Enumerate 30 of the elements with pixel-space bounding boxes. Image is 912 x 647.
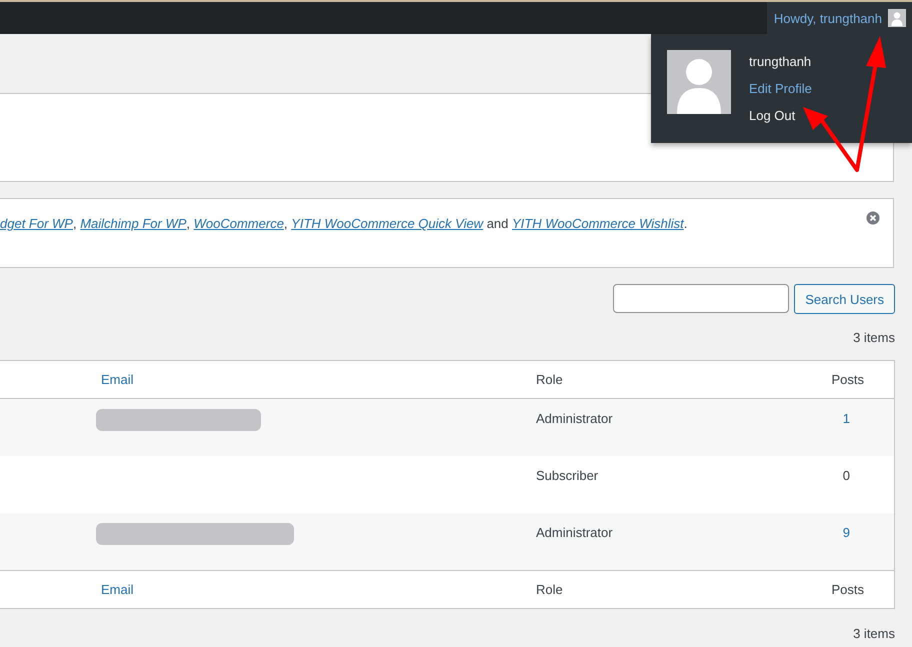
avatar-icon (667, 50, 731, 114)
posts-count-link[interactable]: 9 (842, 525, 850, 540)
user-name: trungthanh (749, 54, 812, 69)
plugin-link[interactable]: YITH WooCommerce Quick View (291, 216, 484, 231)
avatar-icon (888, 9, 906, 27)
column-header: Role (536, 372, 563, 387)
posts-count-link[interactable]: 1 (842, 411, 850, 426)
dismiss-button[interactable] (866, 211, 880, 225)
role-text: Administrator (536, 525, 613, 540)
column-header: Posts (831, 582, 864, 597)
plugin-link[interactable]: dget For WP (0, 216, 73, 231)
item-count: 3 items (853, 626, 895, 641)
posts-count: 0 (842, 468, 850, 483)
plugin-link[interactable]: WooCommerce (194, 216, 284, 231)
search-field[interactable] (613, 284, 790, 313)
search-button[interactable]: Search Users (794, 284, 895, 314)
menu-item[interactable]: Log Out (749, 108, 796, 123)
account-menu-toggle[interactable]: Howdy, trungthanh (766, 2, 912, 34)
item-count: 3 items (853, 330, 895, 345)
column-header: Role (536, 582, 563, 597)
plugin-link[interactable]: Mailchimp For WP (80, 216, 186, 231)
column-header-link[interactable]: Email (101, 372, 134, 387)
role-text: Subscriber (536, 468, 598, 483)
close-icon (866, 211, 880, 225)
plugin-link[interactable]: YITH WooCommerce Wishlist (512, 216, 684, 231)
column-header-link[interactable]: Email (101, 582, 134, 597)
notice-text: dget For WP, Mailchimp For WP, WooCommerce, YITH WooCommerce Quick View and YITH WooCommerce Wishlist. (0, 215, 688, 231)
role-text: Administrator (536, 411, 613, 426)
menu-item[interactable]: Edit Profile (749, 81, 812, 96)
column-header: Posts (831, 372, 864, 387)
